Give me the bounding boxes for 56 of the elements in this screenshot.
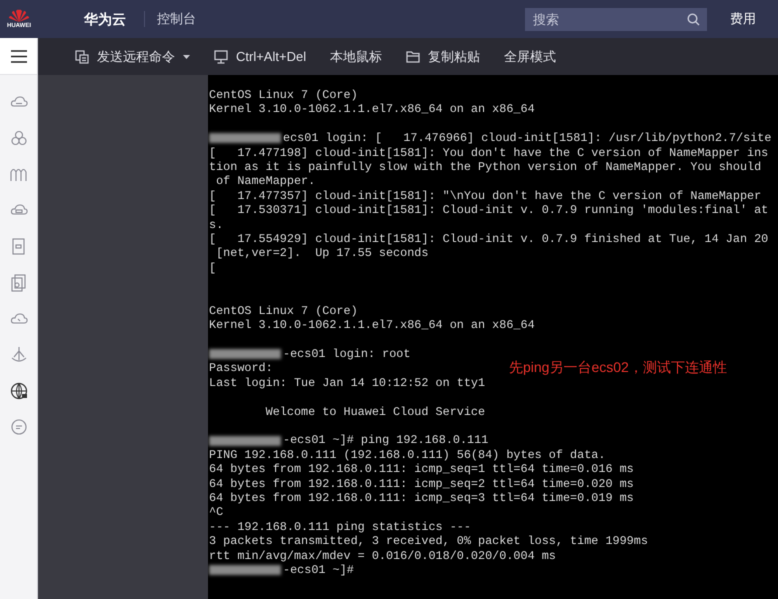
terminal-line: -ecs01 ~]# ping 192.168.0.111	[283, 433, 488, 448]
terminal-line: tion as it is painfully slow with the Python version of NameMapper. You should	[209, 160, 762, 174]
terminal-line: 3 packets transmitted, 3 received, 0% packet loss, time 1999ms	[209, 534, 648, 549]
terminal-line: [ 17.530371] cloud-init[1581]: Cloud-init v. 0.7.9 running 'modules:final' at	[209, 203, 768, 218]
terminal-line: Password:	[209, 361, 273, 376]
terminal-line: Kernel 3.10.0-1062.1.1.el7.x86_64 on an x86_64	[209, 102, 535, 117]
anchor-icon[interactable]	[10, 346, 28, 364]
terminal-line: --- 192.168.0.111 ping statistics ---	[209, 520, 471, 534]
terminal-line: CentOS Linux 7 (Core)	[209, 304, 358, 318]
document-icon	[75, 50, 89, 64]
annotation-text: 先ping另一台ecs02，测试下连通性	[509, 358, 727, 377]
chat-icon[interactable]	[10, 418, 28, 436]
terminal-line: rtt min/avg/max/mdev = 0.016/0.018/0.020/0.004 ms	[209, 548, 556, 563]
monitor-icon	[214, 50, 228, 64]
arches-icon[interactable]	[10, 166, 28, 184]
caret-icon	[183, 54, 190, 58]
toolbar-button[interactable]: Ctrl+Alt+Del	[214, 46, 306, 66]
terminal-line: [ 17.477357] cloud-init[1581]: "\nYou don't have the C version of NameMapper	[209, 188, 762, 204]
terminal-line: ^C	[209, 505, 224, 520]
product-name[interactable]: 华为云	[84, 8, 126, 30]
terminal-line: Kernel 3.10.0-1062.1.1.el7.x86_64 on an x86_64	[209, 318, 535, 333]
terminal-line: ecs01 login: [ 17.476966] cloud-init[1581]: /usr/lib/python2.7/site	[283, 131, 772, 146]
blurred-redaction	[209, 133, 281, 144]
document-icon[interactable]	[10, 238, 28, 256]
terminal-line: of NameMapper.	[215, 174, 316, 189]
toolbar-button[interactable]: 本地鼠标	[330, 46, 382, 66]
blurred-redaction	[209, 565, 281, 576]
terminal-line: [	[209, 260, 216, 276]
terminal-line: [ 17.477198] cloud-init[1581]: You don't have the C version of NameMapper ins	[209, 146, 768, 160]
dropdown-button[interactable]: 发送远程命令	[75, 46, 190, 66]
search-icon[interactable]	[687, 12, 700, 26]
toolbar-button[interactable]: 复制粘贴	[406, 46, 480, 66]
console-link[interactable]: 控制台	[157, 9, 196, 29]
terminal-line: Welcome to Huawei Cloud Service	[264, 404, 486, 419]
terminal-line: 64 bytes from 192.168.0.111: icmp_seq=3 ttl=64 time=0.019 ms	[209, 490, 634, 506]
terminal-line: -ecs01 ~]#	[283, 562, 354, 578]
terminal-line: 64 bytes from 192.168.0.111: icmp_seq=2 ttl=64 time=0.020 ms	[209, 476, 634, 491]
circles-icon[interactable]	[10, 130, 28, 148]
terminal-line: 64 bytes from 192.168.0.111: icmp_seq=1 ttl=64 time=0.016 ms	[209, 462, 634, 477]
terminal-line: -ecs01 login: root	[283, 347, 410, 362]
documents-icon[interactable]	[10, 274, 28, 292]
terminal-line: PING 192.168.0.111 (192.168.0.111) 56(84) bytes of data.	[209, 448, 606, 462]
terminal-line: Last login: Tue Jan 14 10:12:52 on tty1	[209, 376, 486, 390]
globe-icon[interactable]	[10, 382, 28, 400]
menu-icon[interactable]	[10, 50, 26, 62]
terminal-line: [ 17.554929] cloud-init[1581]: Cloud-init v. 0.7.9 finished at Tue, 14 Jan 20	[209, 232, 768, 246]
blurred-redaction	[209, 349, 281, 360]
toolbar-button[interactable]: 全屏模式	[504, 46, 556, 66]
search-field[interactable]: 搜索	[525, 8, 707, 30]
billing-link[interactable]: 费用	[730, 9, 756, 29]
terminal-line: s.	[209, 218, 224, 232]
terminal-line: CentOS Linux 7 (Core)	[209, 88, 358, 102]
folder-icon	[406, 50, 420, 63]
terminal-line: [net,ver=2]. Up 17.55 seconds	[215, 246, 428, 261]
flower-logo-icon[interactable]	[8, 8, 30, 22]
blurred-redaction	[209, 436, 281, 446]
